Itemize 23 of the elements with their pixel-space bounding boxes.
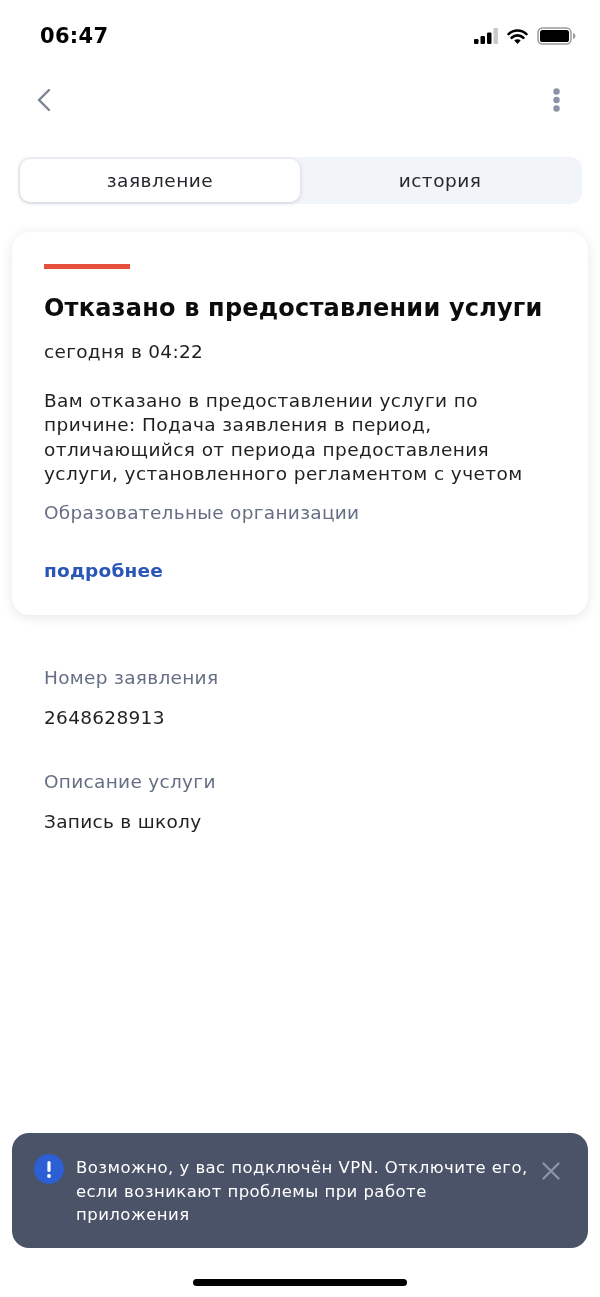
battery-icon [537,27,576,45]
close-icon [542,1162,560,1180]
tab[interactable]: заявление [20,159,300,202]
more-button[interactable] [553,88,560,112]
tab[interactable]: история [300,159,580,202]
status-time: 06:47 [40,24,109,48]
signal-icon [474,28,498,44]
details-link[interactable]: подробнее [44,559,163,584]
toast-message: Возможно, у вас подключён VPN. Отключите его, если возникают проблемы при работе приложения [76,1157,528,1226]
alert-icon [34,1154,64,1184]
status-message: Вам отказано в предоставлении услуги по причине: Подача заявления в период, отличающийся от периода предоставления услуги, установленного регламентом с учетом [44,389,524,486]
field-value: Запись в школу [44,810,202,835]
field-label: Описание услуги [44,770,216,795]
field-label: Номер заявления [44,666,219,691]
status-date: сегодня в 04:22 [44,340,204,364]
wifi-icon [507,28,528,44]
back-button[interactable] [37,88,51,112]
close-button[interactable] [542,1162,560,1180]
status-title: Отказано в предоставлении услуги [44,293,543,323]
department-text: Образовательные организации [44,501,360,526]
back-icon [37,88,51,112]
more-icon [553,88,560,112]
field-value: 2648628913 [44,706,165,731]
